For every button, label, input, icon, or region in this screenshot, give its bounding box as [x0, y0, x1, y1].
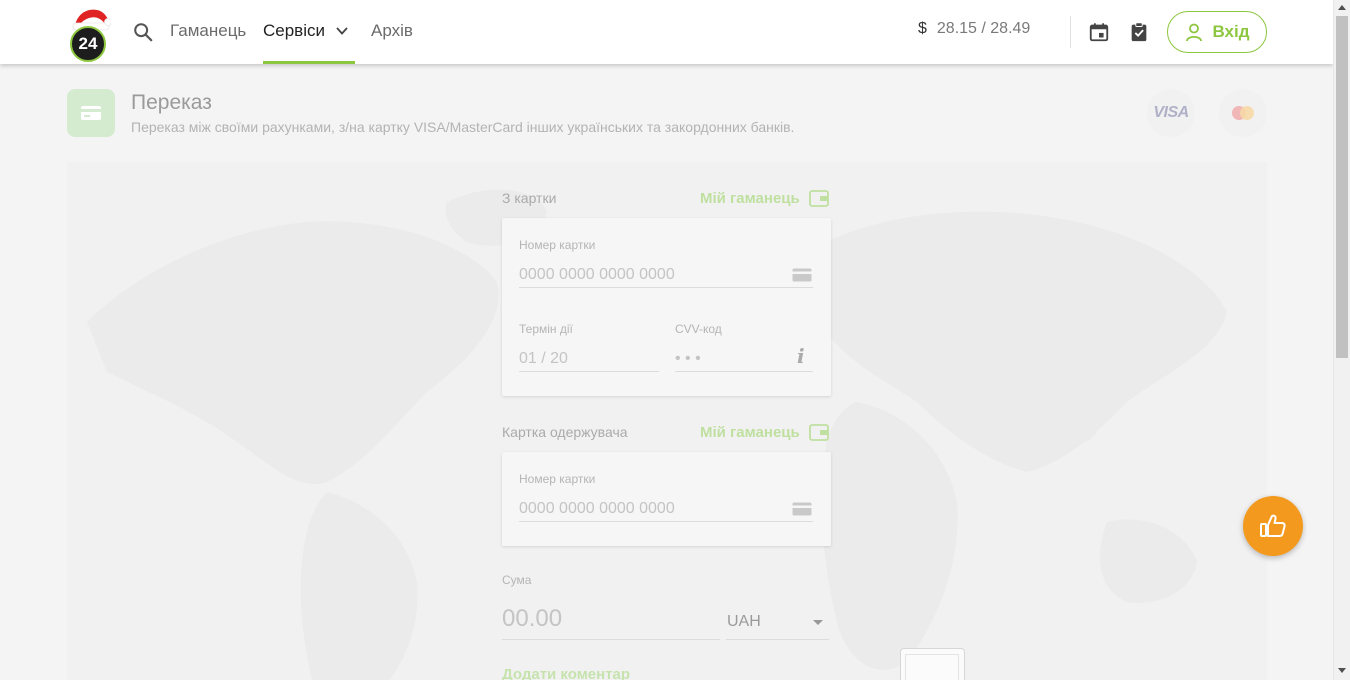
to-card-number-label: Номер картки: [519, 472, 596, 486]
page-title: Переказ: [131, 91, 212, 114]
feedback-thumbs-up-button[interactable]: [1243, 496, 1303, 556]
vertical-scrollbar[interactable]: [1333, 0, 1350, 680]
thumbs-up-icon: [1260, 514, 1286, 537]
scroll-up-arrow-icon[interactable]: [1338, 5, 1346, 10]
from-card-number-input[interactable]: [519, 262, 813, 288]
info-icon[interactable]: i: [797, 344, 805, 368]
page-subtitle: Переказ між своїми рахунками, з/на картк…: [131, 119, 795, 135]
credit-card-icon: [792, 268, 812, 282]
from-card-heading: З картки: [502, 190, 557, 206]
to-card-number-input[interactable]: [519, 496, 813, 522]
nav-services[interactable]: Сервіси: [263, 0, 355, 64]
clipboard-check-icon[interactable]: [1128, 21, 1150, 43]
user-icon: [1186, 23, 1203, 42]
scroll-thumb[interactable]: [1336, 16, 1348, 358]
dollar-icon: $: [918, 20, 927, 37]
expiry-input[interactable]: [519, 346, 659, 372]
cvv-label: CVV-код: [675, 322, 722, 336]
transfer-card-icon: [67, 89, 115, 137]
exchange-rate: $28.15 / 28.49: [918, 20, 1030, 38]
from-card-number-label: Номер картки: [519, 238, 596, 252]
exchange-rate-value: 28.15 / 28.49: [936, 20, 1031, 37]
nav-wallet[interactable]: Гаманець: [170, 0, 246, 64]
expiry-label: Термін дії: [519, 322, 573, 336]
nav-services-label: Сервіси: [263, 21, 325, 40]
visa-logo: VISA: [1147, 89, 1195, 137]
currency-select[interactable]: UAH: [726, 604, 829, 640]
to-card-heading: Картка одержувача: [502, 424, 628, 440]
wallet-icon[interactable]: [809, 189, 829, 207]
to-my-wallet-link[interactable]: Мій гаманець: [700, 424, 800, 441]
logo-badge: 24: [70, 26, 106, 62]
from-my-wallet-link[interactable]: Мій гаманець: [700, 190, 800, 207]
login-label: Вхід: [1212, 22, 1250, 41]
privat24-logo[interactable]: 24: [68, 8, 112, 62]
from-card-box: Номер картки Термін дії CVV-код i: [502, 218, 831, 396]
header-divider: [1070, 16, 1071, 48]
add-comment-link[interactable]: Додати коментар: [502, 666, 630, 680]
search-icon[interactable]: [132, 21, 154, 43]
scroll-down-arrow-icon[interactable]: [1338, 668, 1346, 673]
to-card-box: Номер картки: [502, 452, 831, 546]
nav-archive[interactable]: Архів: [371, 0, 413, 64]
credit-card-icon: [792, 502, 812, 516]
amount-input[interactable]: [502, 598, 720, 640]
mastercard-logo: [1219, 89, 1267, 137]
chevron-down-icon: [336, 27, 348, 35]
currency-value: UAH: [727, 613, 761, 630]
top-header: 24 Гаманець Сервіси Архів $28.15 / 28.49…: [0, 0, 1333, 64]
wallet-icon[interactable]: [809, 423, 829, 441]
login-button[interactable]: Вхід: [1167, 11, 1267, 53]
cvv-input[interactable]: [675, 346, 813, 372]
amount-label: Сума: [502, 573, 532, 587]
calendar-icon[interactable]: [1088, 21, 1110, 43]
visa-logo-text: VISA: [1153, 104, 1189, 121]
dropdown-arrow-icon: [813, 620, 823, 625]
device-illustration: [900, 648, 965, 680]
